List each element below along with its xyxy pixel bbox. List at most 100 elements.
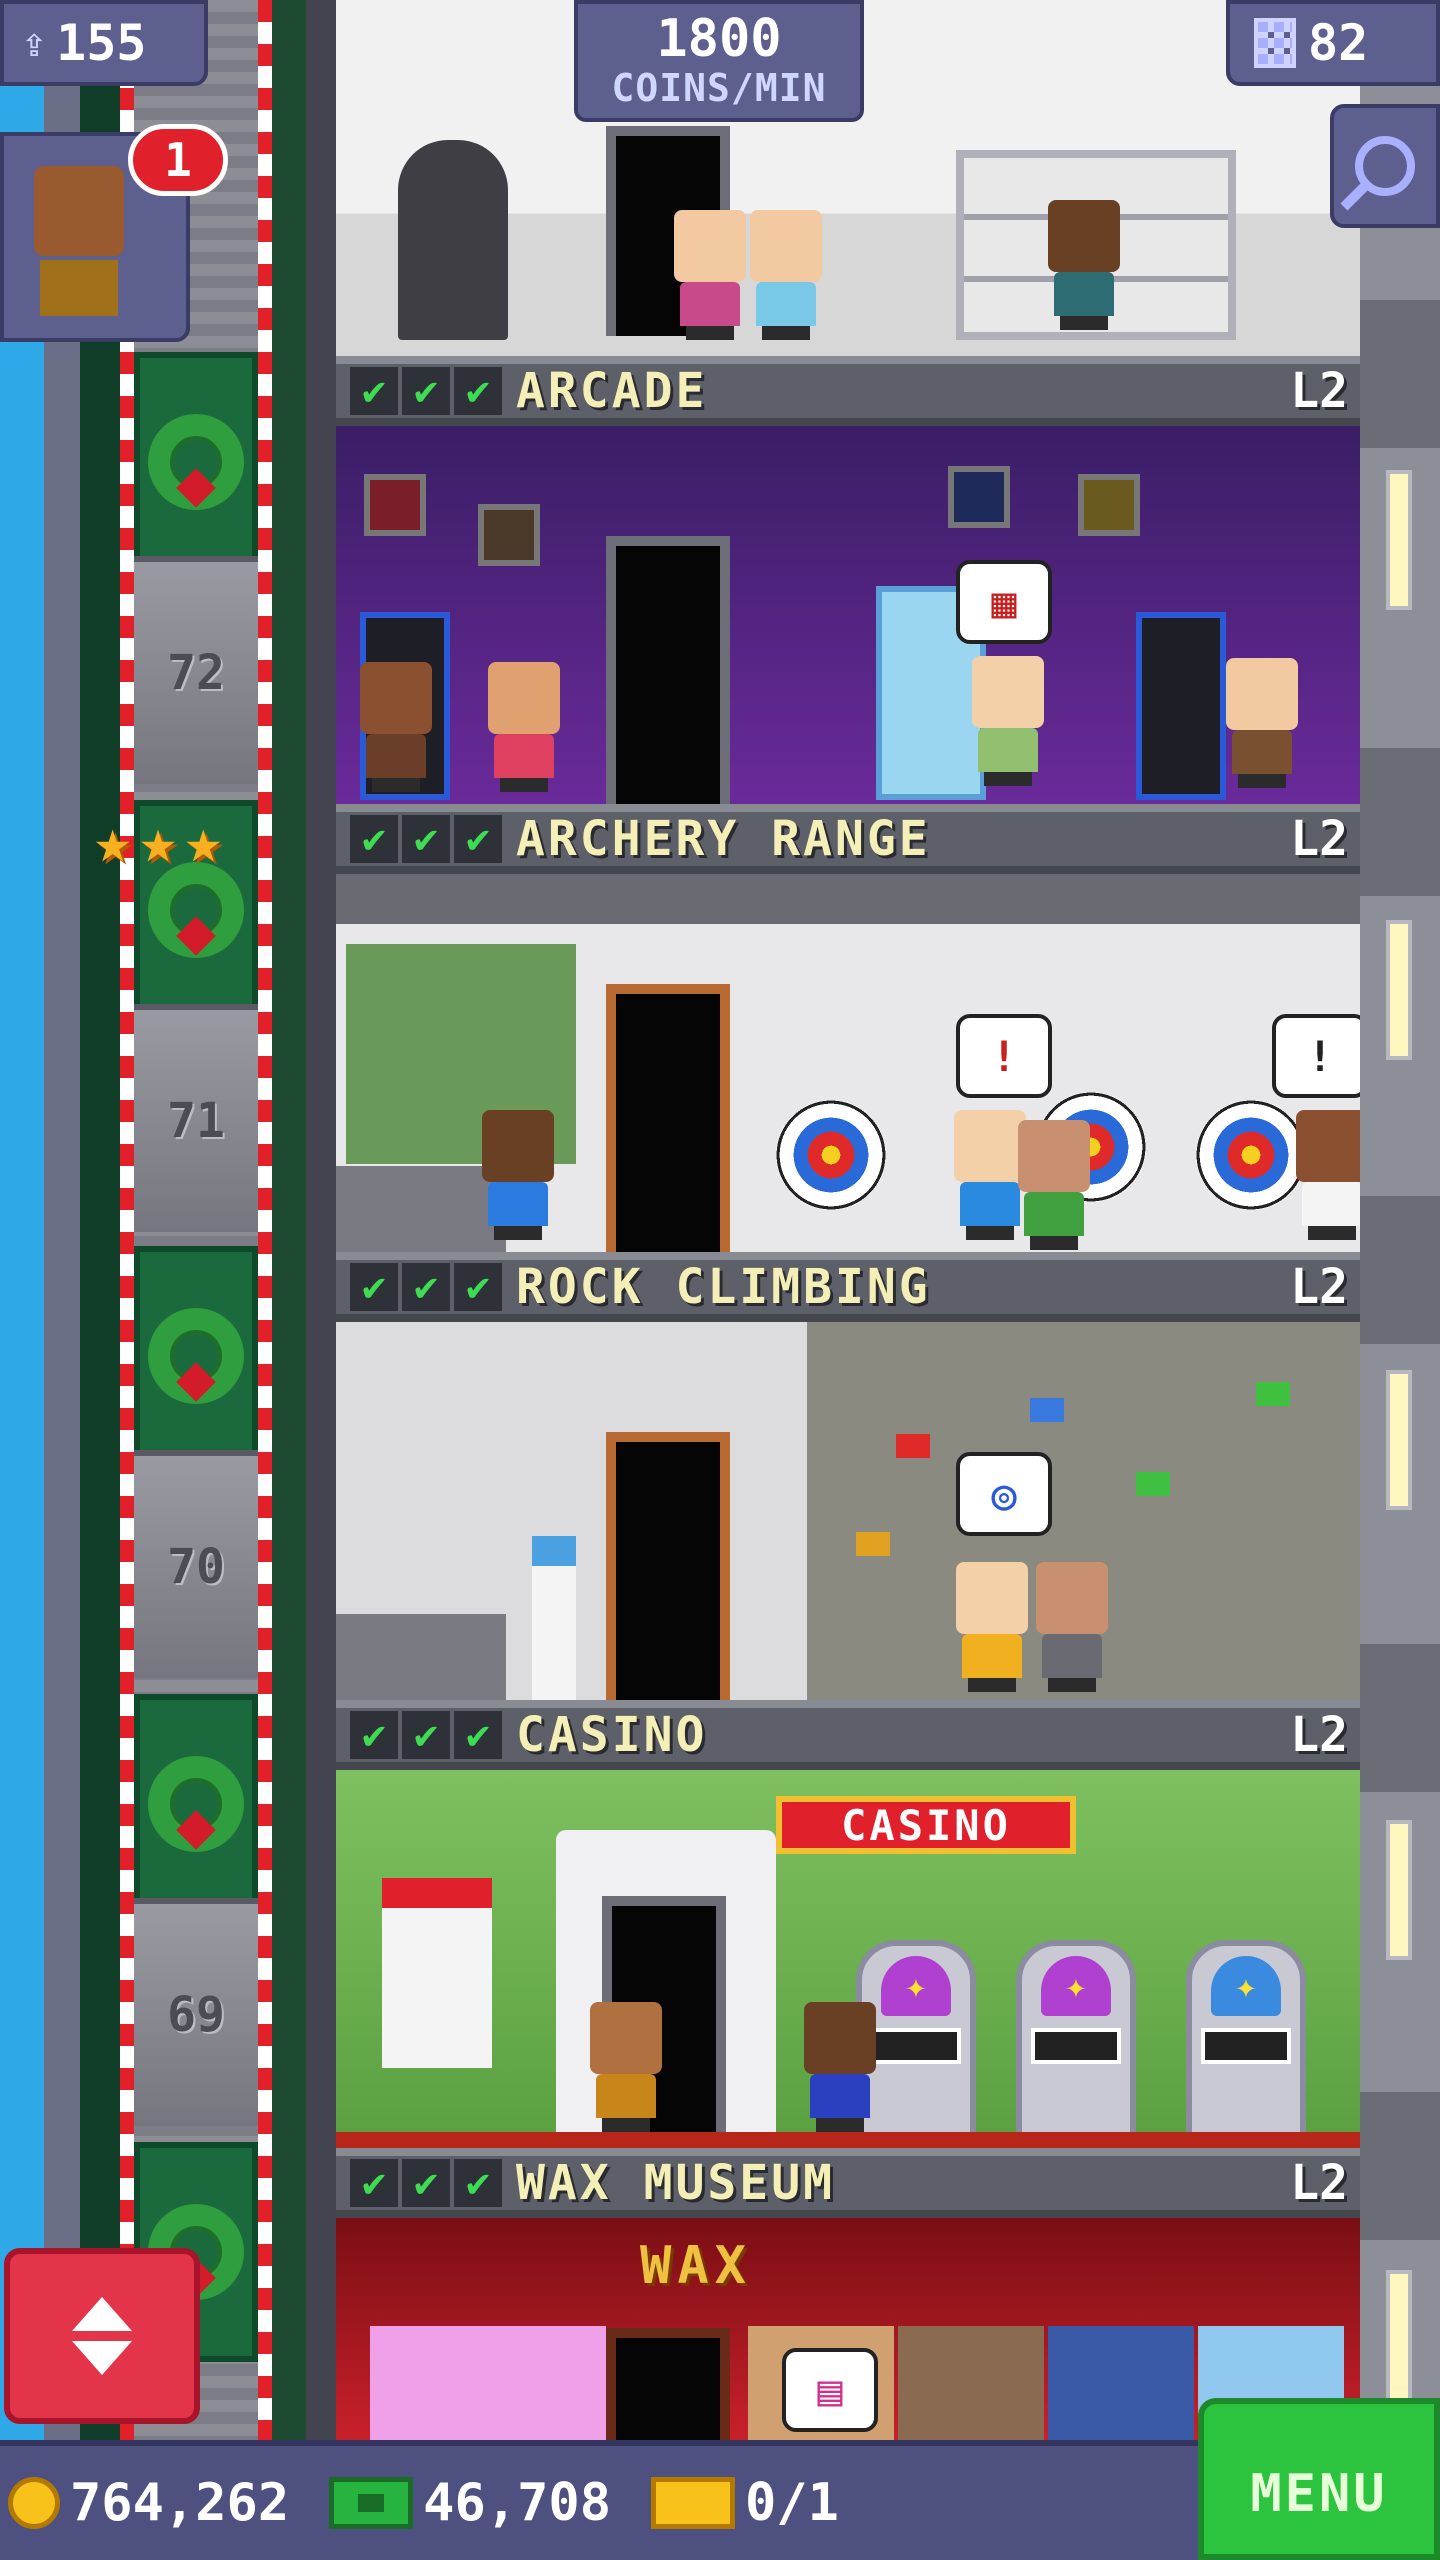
speech-bubble[interactable]: ! [956, 1014, 1052, 1098]
zoom-button[interactable] [1330, 104, 1440, 228]
bitizen[interactable] [488, 662, 560, 792]
casino-carpet [336, 2132, 1360, 2148]
star-icon: ★ [139, 804, 177, 877]
wall-poster [1078, 474, 1140, 536]
room-door [606, 536, 730, 804]
shaft-frame [80, 0, 120, 2560]
check-icon: ✔ [454, 815, 502, 863]
wax-exhibit [898, 2326, 1044, 2440]
population-value: 155 [56, 14, 147, 72]
check-icon: ✔ [454, 1711, 502, 1759]
stock-checks: ✔ ✔ ✔ [350, 1711, 502, 1759]
tickets-stat[interactable]: 0/1 [651, 2473, 839, 2533]
population-counter[interactable]: ⇪ 155 [0, 0, 208, 86]
coin-rate-unit: COINS/MIN [611, 66, 827, 110]
room-rock-climbing[interactable]: ◎ [336, 1322, 1360, 1700]
floor-level: L2 [1290, 363, 1348, 419]
bitizen[interactable] [972, 656, 1044, 786]
floor-number: 70 [167, 1539, 225, 1595]
bitizen[interactable] [750, 210, 822, 340]
floor-name: ARCHERY RANGE [516, 811, 931, 867]
elevator-floor-72[interactable]: 72 [134, 556, 258, 784]
shaft-wall [44, 0, 80, 2560]
bitizen[interactable] [1226, 658, 1298, 788]
bitizen[interactable] [954, 1110, 1026, 1240]
bitizen[interactable] [674, 210, 746, 340]
sky-edge [0, 0, 44, 2560]
floor-label-wax-museum[interactable]: ✔ ✔ ✔ WAX MUSEUM L2 [336, 2148, 1360, 2218]
exterior-window [1386, 2270, 1412, 2410]
floor-label-archery-range[interactable]: ✔ ✔ ✔ ARCHERY RANGE L2 [336, 804, 1360, 874]
exterior-window [1386, 1370, 1412, 1510]
check-icon: ✔ [454, 1263, 502, 1311]
climbing-hold [856, 1532, 890, 1556]
water-cooler [532, 1536, 576, 1700]
check-icon: ✔ [402, 1263, 450, 1311]
bux-icon [329, 2477, 414, 2529]
floor-name: ROCK CLIMBING [516, 1259, 931, 1315]
reception-desk [336, 1614, 506, 1700]
floor-number: 71 [167, 1093, 225, 1149]
elevator-button[interactable] [4, 2248, 200, 2424]
bitizen[interactable] [1048, 200, 1120, 330]
floor-name: CASINO [516, 1707, 708, 1763]
shaft-frame [306, 0, 336, 2560]
bitizen[interactable] [1296, 1110, 1360, 1240]
room-casino[interactable]: CASINO ✦ ✦ ✦ [336, 1770, 1360, 2148]
wreath-decoration [134, 1246, 258, 1466]
check-icon: ✔ [350, 2159, 398, 2207]
bitizen[interactable] [590, 2002, 662, 2132]
check-icon: ✔ [454, 2159, 502, 2207]
bitizen[interactable] [1018, 1120, 1090, 1250]
bitizen[interactable] [360, 662, 432, 792]
candy-cane-stripe [258, 0, 272, 2560]
floors-icon [1254, 18, 1296, 68]
casino-sign: CASINO [776, 1796, 1076, 1854]
elevator-floor-69[interactable]: 69 [134, 1898, 258, 2126]
star-icon: ★ [184, 804, 222, 877]
floor-label-arcade[interactable]: ✔ ✔ ✔ ARCADE L2 [336, 356, 1360, 426]
exterior-window [1386, 920, 1412, 1060]
bitizen[interactable] [1036, 1562, 1108, 1692]
ticket-icon [651, 2477, 735, 2529]
check-icon: ✔ [350, 367, 398, 415]
check-icon: ✔ [402, 367, 450, 415]
bitizen[interactable] [482, 1110, 554, 1240]
floor-label-casino[interactable]: ✔ ✔ ✔ CASINO L2 [336, 1700, 1360, 1770]
floor-label-rock-climbing[interactable]: ✔ ✔ ✔ ROCK CLIMBING L2 [336, 1252, 1360, 1322]
speech-bubble[interactable]: ! [1272, 1014, 1360, 1098]
tickets-value: 0/1 [745, 2473, 839, 2533]
arcade-cabinet [1136, 612, 1226, 800]
stock-checks: ✔ ✔ ✔ [350, 1263, 502, 1311]
visitor-count-badge: 1 [128, 124, 228, 196]
speech-bubble[interactable]: ◎ [956, 1452, 1052, 1536]
climbing-hold [1030, 1398, 1064, 1422]
floor-counter[interactable]: 82 [1226, 0, 1440, 86]
speech-bubble[interactable]: ▤ [782, 2348, 878, 2432]
room-arcade[interactable]: ▦ [336, 426, 1360, 804]
building-exterior [1360, 0, 1440, 2440]
coins-stat[interactable]: 764,262 [8, 2473, 289, 2533]
wax-sign: WAX [640, 2236, 752, 2296]
wall-decoration [382, 1878, 492, 2068]
wreath-icon [148, 1756, 244, 1852]
elevator-floor-71[interactable]: 71 [134, 1004, 258, 1232]
menu-button[interactable]: MENU [1198, 2398, 1440, 2560]
archery-target [1196, 1100, 1306, 1210]
stock-checks: ✔ ✔ ✔ [350, 2159, 502, 2207]
zoom-icon [1355, 136, 1415, 196]
elevator-rating-stars: ★ ★ ★ [94, 810, 222, 872]
reception-desk [336, 1166, 506, 1252]
bitizen[interactable] [804, 2002, 876, 2132]
population-icon: ⇪ [22, 20, 47, 66]
stock-checks: ✔ ✔ ✔ [350, 367, 502, 415]
bux-stat[interactable]: 46,708 [329, 2473, 611, 2533]
floor-level: L2 [1290, 811, 1348, 867]
room-door [606, 2328, 730, 2440]
elevator-floor-70[interactable]: 70 [134, 1450, 258, 1678]
stock-checks: ✔ ✔ ✔ [350, 815, 502, 863]
wreath-icon [148, 1308, 244, 1404]
speech-bubble[interactable]: ▦ [956, 560, 1052, 644]
room-archery-range[interactable]: ! ! [336, 874, 1360, 1252]
bitizen[interactable] [956, 1562, 1028, 1692]
